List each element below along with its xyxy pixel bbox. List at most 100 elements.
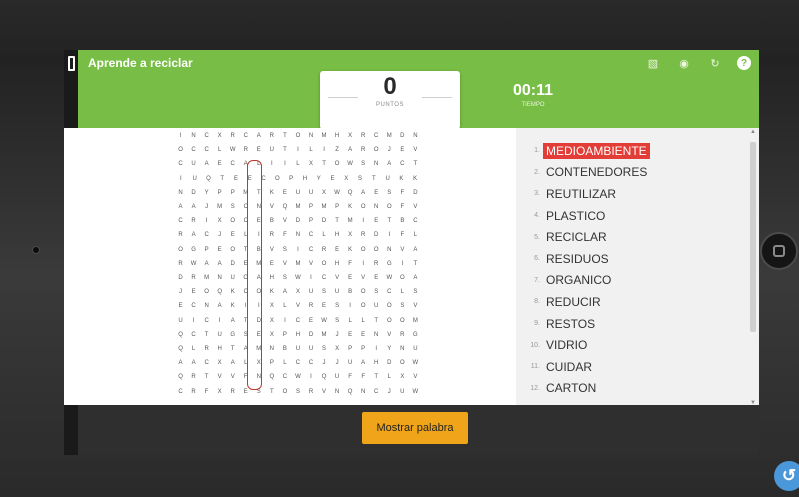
grid-cell[interactable]: T	[252, 187, 265, 199]
share-icon[interactable]: ◉	[675, 54, 693, 72]
grid-cell[interactable]: O	[357, 201, 370, 213]
grid-cell[interactable]: C	[409, 215, 422, 227]
grid-cell[interactable]: I	[344, 300, 357, 312]
grid-cell[interactable]: O	[200, 286, 213, 298]
grid-cell[interactable]: E	[174, 300, 187, 312]
grid-cell[interactable]: C	[200, 144, 213, 156]
grid-cell[interactable]: A	[226, 315, 239, 327]
back-icon[interactable]: ↺	[774, 461, 799, 491]
grid-cell[interactable]: N	[409, 130, 422, 142]
grid-cell[interactable]: O	[239, 272, 252, 284]
grid-cell[interactable]: U	[396, 386, 409, 398]
restart-icon[interactable]: ↻	[706, 54, 724, 72]
grid-cell[interactable]: R	[370, 258, 383, 270]
grid-cell[interactable]: H	[331, 229, 344, 241]
grid-cell[interactable]: J	[383, 386, 396, 398]
grid-cell[interactable]: K	[408, 173, 422, 185]
grid-cell[interactable]: A	[200, 258, 213, 270]
grid-cell[interactable]: O	[270, 173, 284, 185]
grid-cell[interactable]: O	[291, 130, 304, 142]
grid-cell[interactable]: I	[370, 343, 383, 355]
grid-cell[interactable]: N	[265, 343, 278, 355]
grid-cell[interactable]: I	[396, 258, 409, 270]
grid-cell[interactable]: R	[318, 244, 331, 256]
grid-cell[interactable]: S	[331, 300, 344, 312]
grid-cell[interactable]: V	[318, 386, 331, 398]
grid-cell[interactable]: V	[409, 201, 422, 213]
grid-cell[interactable]: C	[174, 215, 187, 227]
grid-cell[interactable]: A	[187, 229, 200, 241]
menu-icon[interactable]	[64, 50, 78, 76]
grid-cell[interactable]: M	[383, 130, 396, 142]
grid-cell[interactable]: H	[213, 343, 226, 355]
grid-cell[interactable]: N	[370, 329, 383, 341]
grid-cell[interactable]: N	[370, 158, 383, 170]
grid-cell[interactable]: S	[278, 244, 291, 256]
grid-cell[interactable]: P	[331, 201, 344, 213]
grid-cell[interactable]: P	[284, 173, 298, 185]
letter-grid[interactable]: INCXRCARTONMHXRCMDNOCCLWREUTILIZAROJEVCU…	[174, 128, 422, 402]
grid-cell[interactable]: O	[357, 300, 370, 312]
grid-cell[interactable]: I	[291, 144, 304, 156]
grid-cell[interactable]: M	[409, 315, 422, 327]
grid-cell[interactable]: N	[370, 201, 383, 213]
grid-cell[interactable]: O	[252, 286, 265, 298]
grid-cell[interactable]: L	[291, 158, 304, 170]
grid-cell[interactable]: I	[278, 158, 291, 170]
grid-cell[interactable]: D	[291, 215, 304, 227]
grid-cell[interactable]: V	[304, 258, 317, 270]
grid-cell[interactable]: Q	[213, 286, 226, 298]
grid-cell[interactable]: V	[409, 371, 422, 383]
grid-cell[interactable]: B	[252, 244, 265, 256]
grid-cell[interactable]: S	[226, 201, 239, 213]
grid-cell[interactable]: W	[344, 158, 357, 170]
grid-cell[interactable]: W	[409, 386, 422, 398]
grid-cell[interactable]: M	[344, 215, 357, 227]
grid-cell[interactable]: S	[409, 286, 422, 298]
grid-cell[interactable]: H	[298, 173, 312, 185]
grid-cell[interactable]: E	[213, 244, 226, 256]
grid-cell[interactable]: R	[357, 130, 370, 142]
grid-cell[interactable]: C	[318, 272, 331, 284]
grid-cell[interactable]: U	[265, 144, 278, 156]
grid-cell[interactable]: Q	[344, 187, 357, 199]
grid-cell[interactable]: O	[383, 300, 396, 312]
grid-cell[interactable]: C	[278, 371, 291, 383]
grid-cell[interactable]: T	[318, 158, 331, 170]
grid-cell[interactable]: C	[291, 357, 304, 369]
grid-cell[interactable]: W	[187, 258, 200, 270]
grid-cell[interactable]: N	[383, 244, 396, 256]
grid-cell[interactable]: H	[265, 272, 278, 284]
grid-cell[interactable]: S	[252, 386, 265, 398]
grid-cell[interactable]: E	[243, 173, 257, 185]
grid-cell[interactable]: V	[265, 201, 278, 213]
grid-cell[interactable]: I	[187, 315, 200, 327]
grid-cell[interactable]: O	[357, 244, 370, 256]
grid-cell[interactable]: Q	[265, 371, 278, 383]
grid-cell[interactable]: C	[200, 229, 213, 241]
grid-cell[interactable]: E	[252, 144, 265, 156]
grid-cell[interactable]: F	[396, 229, 409, 241]
grid-cell[interactable]: K	[265, 286, 278, 298]
grid-cell[interactable]: L	[383, 371, 396, 383]
grid-cell[interactable]: R	[304, 300, 317, 312]
grid-cell[interactable]: M	[318, 130, 331, 142]
grid-cell[interactable]: F	[200, 386, 213, 398]
grid-cell[interactable]: C	[383, 286, 396, 298]
grid-cell[interactable]: D	[304, 329, 317, 341]
grid-cell[interactable]: X	[291, 286, 304, 298]
grid-cell[interactable]: E	[344, 272, 357, 284]
grid-cell[interactable]: A	[200, 158, 213, 170]
grid-cell[interactable]: L	[278, 300, 291, 312]
grid-cell[interactable]: M	[213, 201, 226, 213]
grid-cell[interactable]: O	[226, 215, 239, 227]
grid-cell[interactable]: N	[331, 386, 344, 398]
grid-cell[interactable]: S	[318, 343, 331, 355]
grid-cell[interactable]: T	[200, 371, 213, 383]
grid-cell[interactable]: T	[215, 173, 229, 185]
grid-cell[interactable]: A	[357, 357, 370, 369]
grid-cell[interactable]: R	[239, 144, 252, 156]
grid-cell[interactable]: U	[370, 300, 383, 312]
grid-cell[interactable]: V	[357, 272, 370, 284]
grid-cell[interactable]: Q	[278, 201, 291, 213]
